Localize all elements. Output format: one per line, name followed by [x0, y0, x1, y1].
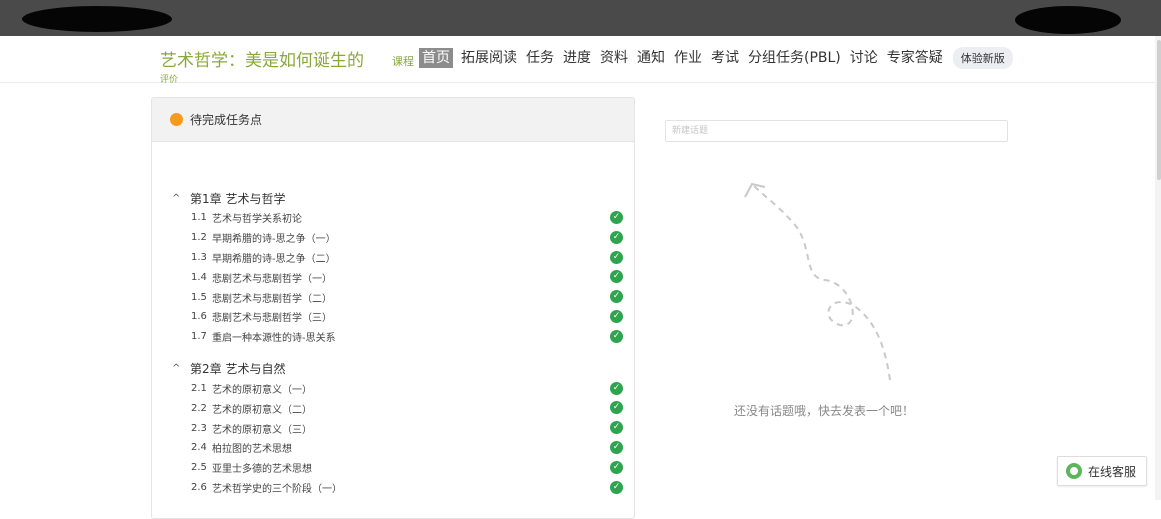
lesson-item[interactable]: 1.4 悲剧艺术与悲剧哲学（一） ✓: [152, 267, 634, 287]
lesson-title: 柏拉图的艺术思想: [212, 444, 292, 456]
completed-check-icon: ✓: [610, 401, 623, 415]
chapter-header[interactable]: ^ 第2章 艺术与自然: [152, 359, 634, 379]
new-topic-input[interactable]: [665, 120, 1008, 142]
lesson-item[interactable]: 2.2 艺术的原初意义（二） ✓: [152, 398, 634, 418]
lesson-item[interactable]: 1.2 早期希腊的诗-思之争（一） ✓: [152, 228, 634, 248]
lesson-number: 1.6: [191, 311, 207, 323]
completed-check-icon: ✓: [610, 211, 623, 224]
completed-check-icon: ✓: [610, 480, 623, 494]
lesson-item[interactable]: 2.3 艺术的原初意义（三） ✓: [152, 418, 634, 438]
course-nav: 首页 拓展阅读 任务 进度 资料 通知 作业 考试 分组任务(PBL) 讨论 专家答疑 体验新版: [419, 47, 1013, 69]
completed-check-icon: ✓: [610, 460, 623, 474]
new-version-button[interactable]: 体验新版: [952, 47, 1013, 69]
lesson-number: 2.5: [191, 462, 207, 474]
lesson-item[interactable]: 1.7 重启一种本源性的诗-思关系 ✓: [152, 327, 634, 347]
lesson-number: 1.4: [191, 271, 207, 283]
lesson-title: 悲剧艺术与悲剧哲学（三）: [212, 313, 332, 325]
lesson-number: 2.2: [191, 402, 207, 414]
lesson-title: 艺术的原初意义（二）: [212, 404, 312, 416]
completed-check-icon: ✓: [610, 309, 623, 323]
nav-item[interactable]: 拓展阅读: [460, 48, 518, 68]
empty-arrow-illustration: [744, 182, 891, 381]
lesson-item[interactable]: 1.3 早期希腊的诗-思之争（二） ✓: [152, 248, 634, 268]
nav-item[interactable]: 专家答疑: [886, 48, 944, 68]
completed-check-icon: ✓: [610, 421, 623, 435]
pending-tasks-panel: 待完成任务点 ^ 第1章 艺术与哲学 1.1 艺术与哲学关系初论 ✓ 1.2 早期希腊的诗-…: [151, 97, 635, 519]
lesson-title: 亚里士多德的艺术思想: [212, 464, 312, 476]
lesson-number: 1.3: [191, 251, 207, 263]
nav-item[interactable]: 考试: [710, 48, 740, 68]
lesson-title: 早期希腊的诗-思之争（二）: [212, 253, 336, 265]
top-bar: [0, 0, 1161, 36]
chapter-header[interactable]: ^ 第1章 艺术与哲学: [152, 188, 634, 208]
lesson-number: 2.3: [191, 422, 207, 434]
nav-overflow-item[interactable]: 评价: [160, 72, 178, 85]
nav-item[interactable]: 资料: [599, 48, 629, 68]
lesson-title: 重启一种本源性的诗-思关系: [212, 333, 336, 345]
lesson-title: 艺术的原初意义（一）: [212, 384, 312, 396]
chapter-title: 第2章 艺术与自然: [190, 362, 286, 377]
chevron-up-icon: ^: [172, 192, 181, 204]
chevron-up-icon: ^: [172, 363, 181, 375]
completed-check-icon: ✓: [610, 381, 623, 395]
nav-item[interactable]: 分组任务(PBL): [747, 48, 842, 68]
lesson-item[interactable]: 1.1 艺术与哲学关系初论 ✓: [152, 208, 634, 228]
lesson-number: 2.6: [191, 481, 207, 493]
completed-check-icon: ✓: [610, 440, 623, 454]
panel-header: 待完成任务点: [152, 98, 634, 142]
redacted-user-info: [1015, 6, 1121, 34]
lesson-item[interactable]: 1.6 悲剧艺术与悲剧哲学（三） ✓: [152, 307, 634, 327]
panel-title: 待完成任务点: [190, 113, 263, 127]
course-title: 艺术哲学：美是如何诞生的: [160, 51, 364, 71]
lesson-item[interactable]: 2.6 艺术哲学史的三个阶段（一） ✓: [152, 478, 634, 498]
lesson-title: 早期希腊的诗-思之争（一）: [212, 234, 336, 246]
completed-check-icon: ✓: [610, 329, 623, 343]
redacted-logo: [22, 6, 172, 32]
course-nav-bar: 艺术哲学：美是如何诞生的 课程 首页 拓展阅读 任务 进度 资料 通知 作业 考试 分组任务(P…: [0, 36, 1161, 85]
completed-check-icon: ✓: [610, 270, 623, 284]
chapter-list: ^ 第1章 艺术与哲学 1.1 艺术与哲学关系初论 ✓ 1.2 早期希腊的诗-思之争（一） ✓…: [152, 188, 634, 509]
lesson-title: 艺术哲学史的三个阶段（一）: [212, 483, 342, 495]
completed-check-icon: ✓: [610, 290, 623, 304]
nav-item[interactable]: 任务: [525, 48, 555, 68]
headset-icon: [1066, 463, 1082, 479]
lesson-title: 悲剧艺术与悲剧哲学（一）: [212, 273, 332, 285]
lesson-number: 1.2: [191, 232, 207, 244]
scrollbar-thumb[interactable]: [1157, 40, 1161, 180]
nav-item[interactable]: 作业: [673, 48, 703, 68]
chapter-title: 第1章 艺术与哲学: [190, 191, 286, 206]
lesson-number: 1.1: [191, 212, 207, 224]
lesson-title: 艺术与哲学关系初论: [212, 214, 302, 226]
lesson-number: 1.5: [191, 291, 207, 303]
empty-topics-text: 还没有话题哦，快去发表一个吧！: [734, 404, 915, 418]
nav-item[interactable]: 进度: [562, 48, 592, 68]
online-service-button[interactable]: 在线客服: [1057, 456, 1147, 486]
pending-dot-icon: [170, 113, 183, 126]
nav-item[interactable]: 通知: [636, 48, 666, 68]
completed-check-icon: ✓: [610, 250, 623, 264]
lesson-number: 2.4: [191, 442, 207, 454]
chapter: ^ 第2章 艺术与自然 2.1 艺术的原初意义（一） ✓ 2.2 艺术的原初意义（二） ✓ 2.…: [152, 359, 634, 498]
lesson-title: 悲剧艺术与悲剧哲学（二）: [212, 293, 332, 305]
lesson-item[interactable]: 2.5 亚里士多德的艺术思想 ✓: [152, 458, 634, 478]
lesson-item[interactable]: 2.4 柏拉图的艺术思想 ✓: [152, 438, 634, 458]
nav-item[interactable]: 首页: [419, 48, 453, 68]
course-tag: 课程: [392, 55, 414, 68]
chapter: ^ 第1章 艺术与哲学 1.1 艺术与哲学关系初论 ✓ 1.2 早期希腊的诗-思之争（一） ✓…: [152, 188, 634, 347]
nav-item[interactable]: 讨论: [849, 48, 879, 68]
lesson-title: 艺术的原初意义（三）: [212, 424, 312, 436]
lesson-number: 2.1: [191, 382, 207, 394]
completed-check-icon: ✓: [610, 230, 623, 244]
lesson-item[interactable]: 1.5 悲剧艺术与悲剧哲学（二） ✓: [152, 287, 634, 307]
lesson-item[interactable]: 2.1 艺术的原初意义（一） ✓: [152, 379, 634, 399]
online-service-label: 在线客服: [1088, 464, 1137, 479]
lesson-number: 1.7: [191, 331, 207, 343]
